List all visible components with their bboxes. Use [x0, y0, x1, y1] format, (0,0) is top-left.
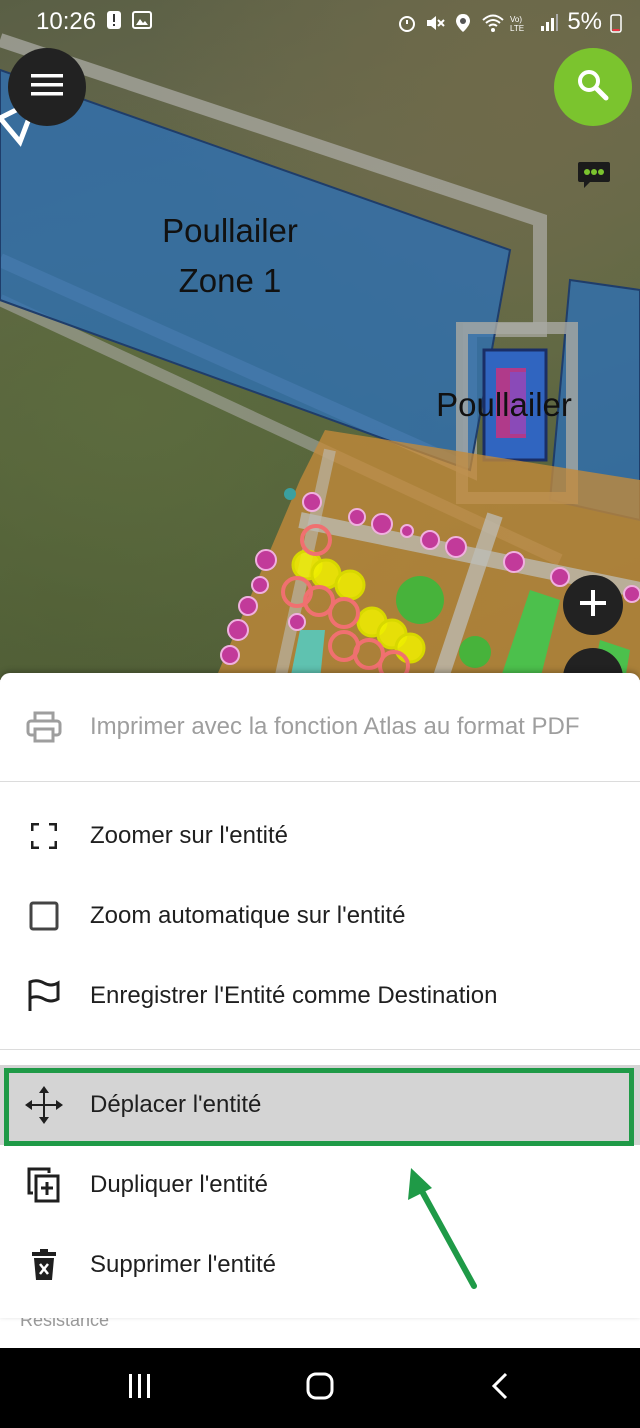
- back-button[interactable]: [480, 1370, 520, 1406]
- menu-icon: [31, 73, 63, 102]
- plus-icon: [580, 589, 606, 621]
- feature-action-menu: Imprimer avec la fonction Atlas au forma…: [0, 673, 640, 1318]
- divider: [0, 781, 640, 782]
- home-button[interactable]: [300, 1370, 340, 1406]
- menu-item-zoom-to-feature[interactable]: Zoomer sur l'entité: [0, 796, 640, 876]
- menu-item-duplicate-feature[interactable]: Dupliquer l'entité: [0, 1145, 640, 1225]
- back-icon: [490, 1371, 510, 1406]
- menu-item-print-atlas[interactable]: Imprimer avec la fonction Atlas au forma…: [0, 687, 640, 767]
- signal-icon: [539, 12, 559, 32]
- chat-icon[interactable]: [576, 158, 612, 197]
- status-bar: 10:26 Vo) LTE 5%: [0, 0, 640, 44]
- svg-text:LTE: LTE: [510, 24, 524, 33]
- svg-text:Vo): Vo): [510, 15, 522, 24]
- alert-icon: [104, 10, 124, 30]
- highlight-box: [4, 1068, 634, 1146]
- wifi-icon: [481, 12, 504, 32]
- zoom-extent-icon: [24, 816, 64, 856]
- flag-icon: [24, 976, 64, 1016]
- add-feature-button[interactable]: [563, 575, 623, 635]
- menu-item-delete-feature[interactable]: Supprimer l'entité: [0, 1225, 640, 1305]
- checkbox-icon[interactable]: [24, 896, 64, 936]
- divider: [0, 1049, 640, 1050]
- home-icon: [305, 1371, 335, 1406]
- printer-icon: [24, 707, 64, 747]
- menu-item-label: Imprimer avec la fonction Atlas au forma…: [90, 713, 580, 740]
- recents-icon: [126, 1372, 154, 1405]
- menu-item-label: Enregistrer l'Entité comme Destination: [90, 982, 498, 1009]
- volte-icon: Vo) LTE: [509, 12, 531, 33]
- navigation-bar: [0, 1348, 640, 1428]
- menu-item-label: Dupliquer l'entité: [90, 1171, 269, 1198]
- battery-icon: [610, 12, 622, 33]
- zone-label-line2: Zone 1: [178, 262, 282, 299]
- menu-item-label: Zoomer sur l'entité: [90, 822, 288, 849]
- search-button[interactable]: [554, 48, 632, 126]
- battery-percent: 5%: [567, 8, 602, 35]
- menu-item-auto-zoom[interactable]: Zoom automatique sur l'entité: [0, 876, 640, 956]
- zone-label: Poullailer Zone 1: [128, 206, 332, 306]
- menu-item-set-destination[interactable]: Enregistrer l'Entité comme Destination: [0, 956, 640, 1036]
- menu-item-label: Zoom automatique sur l'entité: [90, 902, 406, 929]
- image-icon: [132, 10, 152, 30]
- menu-item-label: Supprimer l'entité: [90, 1251, 276, 1278]
- zone-label-line1: Poullailer: [162, 212, 298, 249]
- trash-icon: [24, 1245, 64, 1285]
- status-time: 10:26: [36, 8, 97, 35]
- mute-icon: [425, 12, 446, 32]
- map-view[interactable]: Poullailer Zone 1 Poullailer: [0, 0, 640, 680]
- search-icon: [576, 68, 610, 107]
- location-icon: [453, 12, 473, 32]
- map-canvas: [0, 33, 640, 680]
- alarm-icon: [397, 12, 417, 32]
- duplicate-icon: [24, 1165, 64, 1205]
- coop-label: Poullailer: [436, 386, 572, 423]
- recents-button[interactable]: [120, 1370, 160, 1406]
- menu-button[interactable]: [8, 48, 86, 126]
